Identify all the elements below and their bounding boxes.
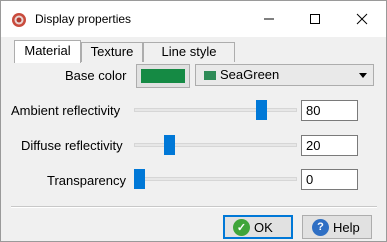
ok-button-label: OK bbox=[254, 219, 273, 235]
ambient-reflectivity-input[interactable]: 80 bbox=[301, 100, 358, 121]
close-button[interactable] bbox=[339, 1, 385, 37]
diffuse-reflectivity-input[interactable]: 20 bbox=[301, 135, 358, 156]
base-color-label: Base color bbox=[65, 68, 127, 83]
slider-thumb[interactable] bbox=[256, 100, 267, 120]
slider-thumb[interactable] bbox=[134, 169, 145, 189]
base-color-swatch bbox=[141, 69, 185, 83]
title-bar: Display properties bbox=[1, 1, 386, 37]
ambient-reflectivity-slider[interactable] bbox=[134, 100, 297, 120]
close-icon bbox=[356, 13, 368, 25]
checkmark-icon: ✓ bbox=[233, 218, 250, 236]
tab-material[interactable]: Material bbox=[14, 40, 81, 63]
help-button-label: Help bbox=[333, 219, 360, 235]
maximize-icon bbox=[310, 14, 320, 24]
tab-texture[interactable]: Texture bbox=[81, 42, 143, 62]
app-icon bbox=[12, 13, 26, 27]
chevron-down-icon bbox=[359, 73, 367, 78]
transparency-slider[interactable] bbox=[134, 169, 297, 189]
ambient-reflectivity-label: Ambient reflectivity bbox=[11, 103, 121, 118]
slider-track bbox=[134, 108, 297, 112]
selected-color-swatch bbox=[204, 71, 216, 80]
slider-track bbox=[134, 143, 297, 147]
footer-divider bbox=[11, 206, 377, 208]
selected-color-name: SeaGreen bbox=[220, 67, 280, 82]
slider-track bbox=[134, 177, 297, 181]
tab-line-style[interactable]: Line style bbox=[143, 42, 235, 62]
window-title: Display properties bbox=[35, 12, 132, 26]
maximize-button[interactable] bbox=[292, 1, 338, 37]
slider-thumb[interactable] bbox=[164, 135, 175, 155]
help-icon: ? bbox=[312, 218, 329, 236]
dialog-window: Display properties Material Texture Line… bbox=[0, 0, 387, 242]
transparency-input[interactable]: 0 bbox=[301, 169, 358, 190]
help-button[interactable]: ? Help bbox=[302, 215, 372, 239]
color-name-dropdown[interactable]: SeaGreen bbox=[195, 64, 374, 86]
minimize-icon bbox=[264, 18, 274, 20]
minimize-button[interactable] bbox=[246, 1, 292, 37]
ok-button[interactable]: ✓ OK bbox=[223, 215, 293, 239]
diffuse-reflectivity-slider[interactable] bbox=[134, 135, 297, 155]
transparency-label: Transparency bbox=[47, 173, 126, 188]
base-color-button[interactable] bbox=[136, 64, 190, 88]
diffuse-reflectivity-label: Diffuse reflectivity bbox=[21, 138, 123, 153]
